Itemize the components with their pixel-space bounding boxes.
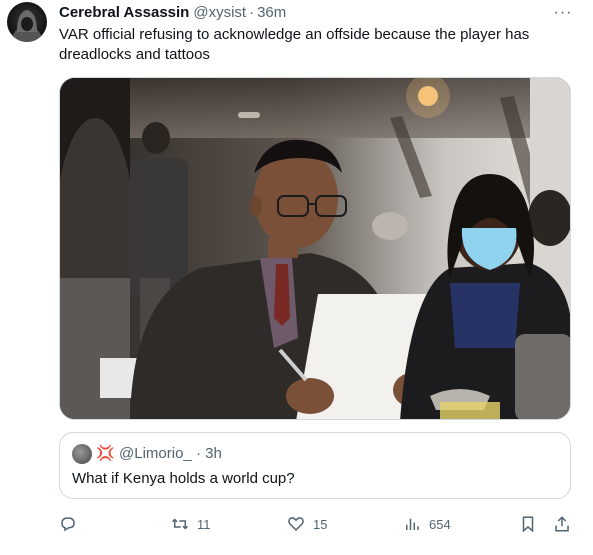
quoted-author-avatar[interactable] [72,444,92,464]
retweet-button[interactable]: 11 [171,512,211,536]
quoted-tweet[interactable]: 💢 @Limorio_ · 3h What if Kenya holds a w… [59,432,571,499]
bookmark-button[interactable] [519,512,537,536]
tweet-header: Cerebral Assassin @xysist · 36m [59,4,286,22]
tweet-photo[interactable] [59,77,571,420]
retweet-icon [171,518,189,530]
quoted-author-handle[interactable]: @Limorio_ [119,445,192,462]
tweet-text: VAR official refusing to acknowledge an … [59,26,530,63]
tweet: Cerebral Assassin @xysist · 36m ··· VAR … [0,0,593,555]
author-handle[interactable]: @xysist [193,4,246,21]
reply-icon [61,517,75,532]
hooded-figure-icon [12,10,42,42]
reply-button[interactable] [59,512,77,536]
more-options-icon[interactable]: ··· [552,4,574,22]
retweet-count: 11 [197,516,211,532]
quoted-tweet-text: What if Kenya holds a world cup? [72,470,295,487]
quoted-tweet-header: @Limorio_ · 3h [119,445,222,462]
share-icon [555,516,569,532]
like-button[interactable]: 15 [287,512,327,536]
action-bar: 11 15 654 [59,512,571,536]
tweet-timestamp[interactable]: 36m [257,4,286,21]
anger-symbol-icon: 💢 [96,445,115,462]
share-button[interactable] [553,512,571,536]
views-count: 654 [429,516,451,532]
author-avatar[interactable] [7,2,47,42]
like-count: 15 [313,516,328,532]
views-icon [406,518,419,530]
separator-dot: · [249,4,255,21]
photo-image [60,78,570,419]
heart-icon [288,517,304,532]
author-name[interactable]: Cerebral Assassin [59,4,189,21]
separator-dot: · [195,445,201,462]
bookmark-icon [522,516,534,533]
quoted-tweet-timestamp[interactable]: 3h [205,445,222,462]
views-button[interactable]: 654 [403,512,451,536]
